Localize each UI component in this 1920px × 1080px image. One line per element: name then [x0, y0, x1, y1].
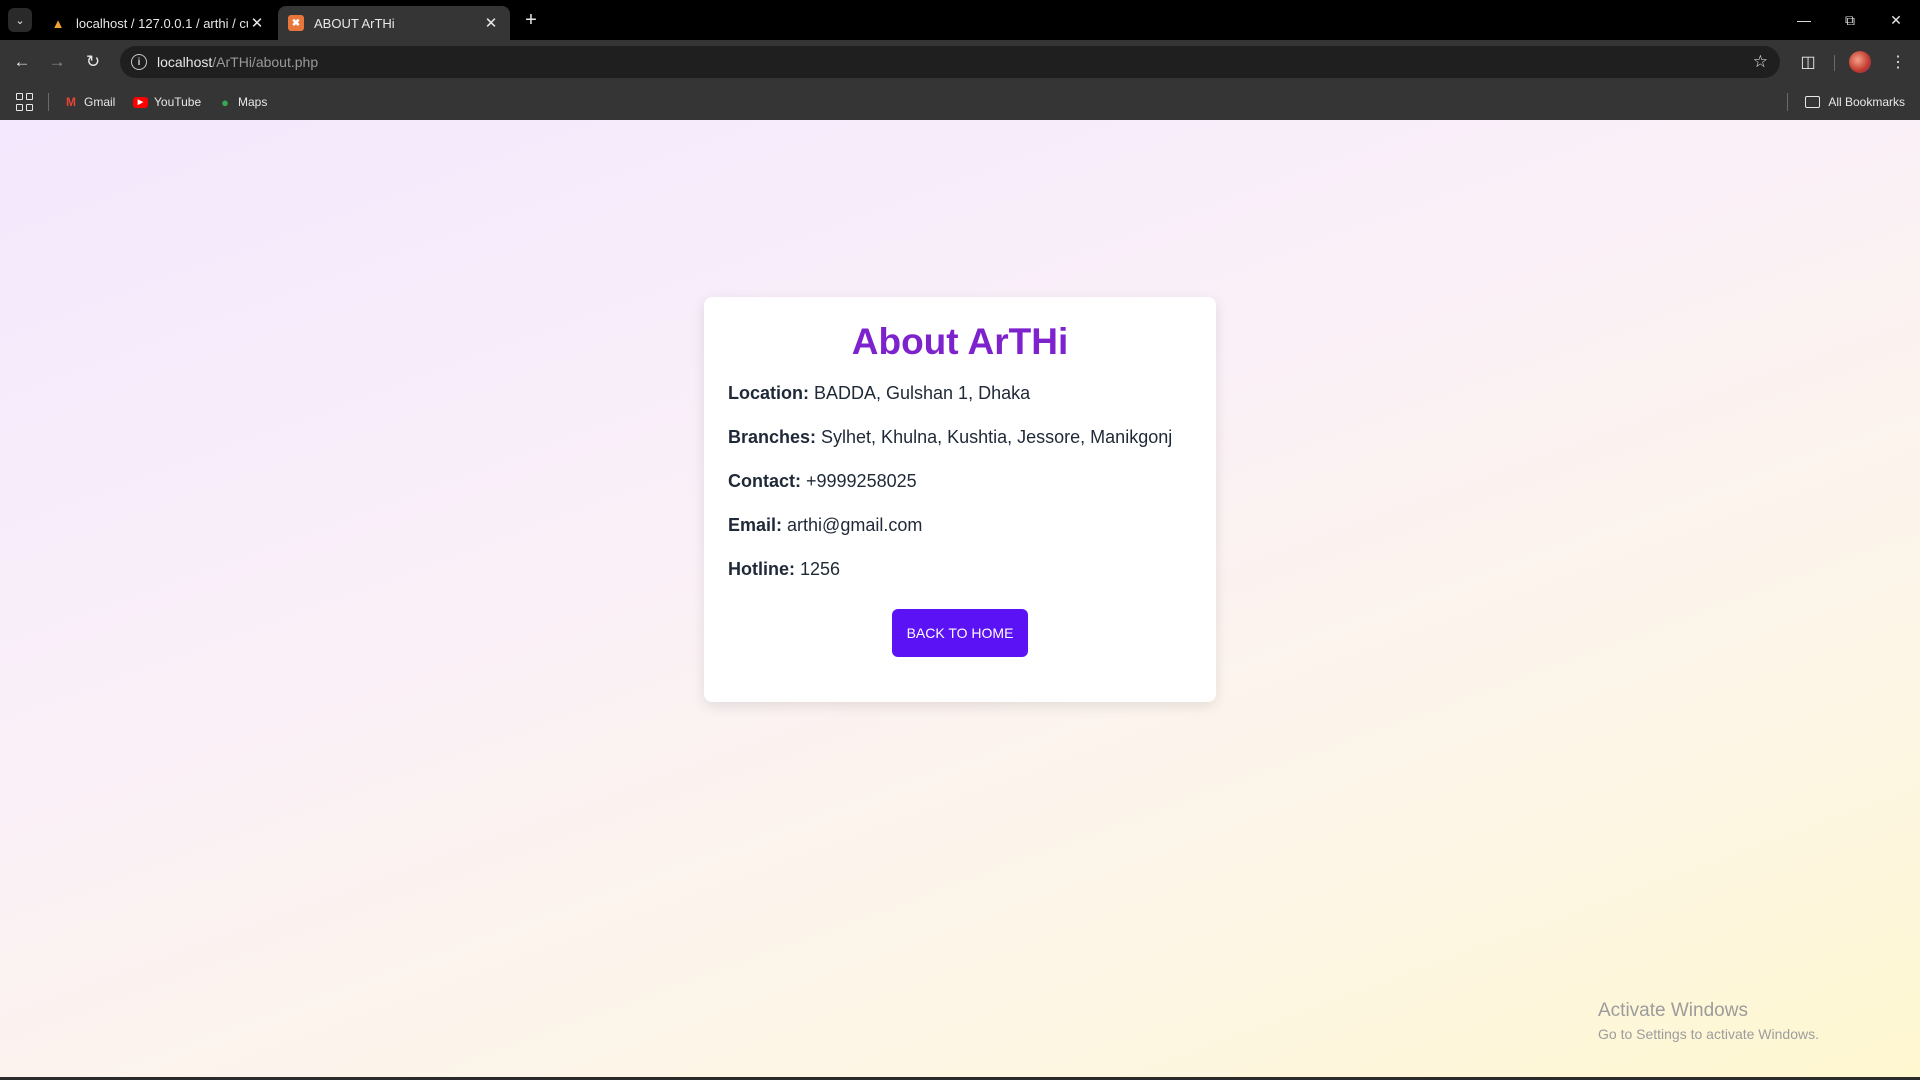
info-value: 1256 [800, 559, 841, 579]
button-container: BACK TO HOME [728, 609, 1192, 657]
info-row-email: Email: arthi@gmail.com [728, 513, 1192, 537]
restore-icon[interactable]: ⧉ [1832, 6, 1868, 34]
bookmark-label: Gmail [84, 95, 116, 109]
close-icon[interactable]: ✕ [248, 14, 266, 32]
address-toolbar: ← → ↻ i localhost/ArTHi/about.php ☆ ◫ ⋮ [0, 40, 1920, 84]
bookmark-label: Maps [238, 95, 268, 109]
bookmarks-divider [1787, 93, 1788, 111]
info-value: +9999258025 [806, 471, 917, 491]
all-bookmarks-label: All Bookmarks [1828, 95, 1905, 109]
page-viewport: About ArTHi Location: BADDA, Gulshan 1, D… [0, 120, 1920, 1077]
tab-strip: ⌄ ▲ localhost / 127.0.0.1 / arthi / cu ✕… [0, 0, 1920, 40]
avatar-icon [1849, 51, 1871, 73]
page-title: About ArTHi [851, 321, 1069, 362]
phpmyadmin-icon: ▲ [51, 15, 65, 31]
bookmark-gmail[interactable]: M Gmail [64, 92, 115, 112]
back-arrow-icon[interactable]: ← [10, 50, 34, 74]
tab-title: localhost / 127.0.0.1 / arthi / cu [76, 15, 248, 31]
watermark-subtitle: Go to Settings to activate Windows. [1598, 1026, 1819, 1042]
forward-arrow-icon[interactable]: → [45, 50, 69, 74]
info-label: Hotline: [728, 559, 795, 579]
info-label: Email: [728, 515, 783, 535]
tab-search-chevron-down-icon[interactable]: ⌄ [8, 8, 32, 32]
about-card: About ArTHi Location: BADDA, Gulshan 1, D… [704, 297, 1216, 702]
tab-about[interactable]: ✖ ABOUT ArTHi ✕ [278, 6, 510, 40]
gmail-icon: M [66, 95, 76, 109]
bookmark-label: YouTube [154, 95, 202, 109]
toolbar-divider [1834, 55, 1835, 71]
extensions-puzzle-icon[interactable]: ◫ [1796, 50, 1820, 74]
info-row-hotline: Hotline: 1256 [728, 557, 1192, 581]
close-icon[interactable]: ✕ [482, 14, 500, 32]
info-label: Branches: [728, 427, 817, 447]
xampp-icon: ✖ [288, 15, 304, 31]
back-to-home-button[interactable]: BACK TO HOME [892, 609, 1028, 657]
info-value: BADDA, Gulshan 1, Dhaka [814, 383, 1031, 403]
apps-grid-icon[interactable] [16, 93, 34, 111]
profile-avatar[interactable] [1848, 50, 1872, 74]
url-text: localhost/ArTHi/about.php [157, 54, 318, 70]
folder-icon [1805, 96, 1821, 108]
reload-icon[interactable]: ↻ [81, 50, 105, 74]
url-host: localhost [157, 54, 213, 70]
info-value: arthi@gmail.com [787, 515, 923, 535]
tab-phpmyadmin[interactable]: ▲ localhost / 127.0.0.1 / arthi / cu ✕ [40, 6, 276, 40]
menu-kebab-icon[interactable]: ⋮ [1886, 50, 1910, 74]
bookmark-star-icon[interactable]: ☆ [1753, 52, 1768, 72]
watermark-title: Activate Windows [1598, 1000, 1748, 1021]
site-info-icon[interactable]: i [131, 54, 147, 70]
info-value: Sylhet, Khulna, Kushtia, Jessore, Manikg… [821, 427, 1173, 447]
new-tab-plus-icon[interactable]: + [520, 9, 542, 31]
bookmark-youtube[interactable]: ▶ YouTube [133, 92, 201, 112]
info-label: Contact: [728, 471, 801, 491]
address-bar[interactable]: i localhost/ArTHi/about.php ☆ [120, 46, 1780, 78]
info-label: Location: [728, 383, 809, 403]
bookmark-maps[interactable]: ● Maps [218, 92, 267, 112]
tab-title: ABOUT ArTHi [314, 15, 395, 31]
windows-activation-watermark: Activate Windows Go to Settings to activ… [1598, 1000, 1819, 1042]
info-row-contact: Contact: +9999258025 [728, 469, 1192, 493]
all-bookmarks-button[interactable]: All Bookmarks [1805, 92, 1905, 112]
url-path: /ArTHi/about.php [212, 54, 319, 70]
bookmarks-bar: M Gmail ▶ YouTube ● Maps All Bookmarks [0, 84, 1920, 120]
bookmarks-divider [48, 93, 49, 111]
maps-pin-icon: ● [221, 94, 229, 110]
minimize-icon[interactable]: — [1786, 6, 1822, 34]
info-row-branches: Branches: Sylhet, Khulna, Kushtia, Jessor… [728, 425, 1192, 449]
youtube-icon: ▶ [133, 96, 148, 108]
window-close-icon[interactable]: ✕ [1878, 6, 1914, 34]
info-row-location: Location: BADDA, Gulshan 1, Dhaka [728, 381, 1192, 405]
